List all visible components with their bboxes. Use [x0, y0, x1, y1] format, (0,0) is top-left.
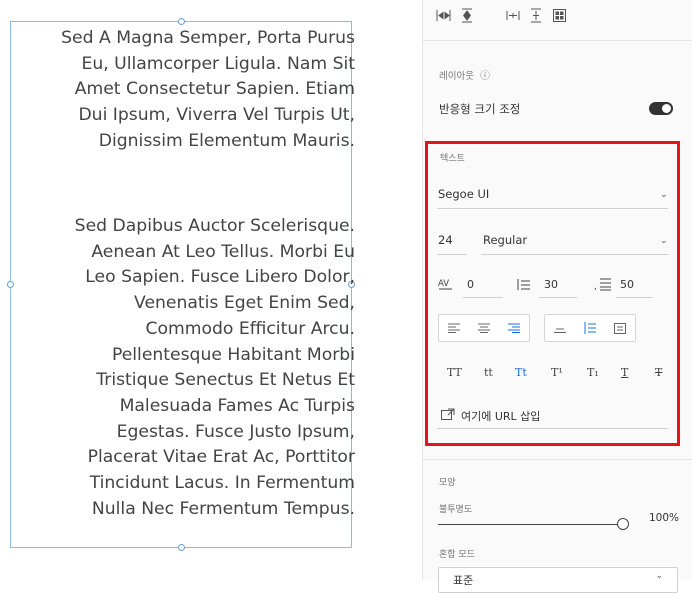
text-line: Leo Sapien. Fusce Libero Dolor,: [85, 267, 355, 288]
highlight-box: [425, 141, 680, 446]
text-paragraph-2[interactable]: Sed Dapibus Auctor Scelerisque. Aenean A…: [0, 214, 355, 522]
text-line: Tincidunt Lacus. In Fermentum: [89, 473, 355, 494]
text-line: Eu, Ullamcorper Ligula. Nam Sit: [81, 53, 355, 74]
responsive-resize-toggle[interactable]: [649, 102, 673, 115]
distribute-toolbar: [436, 8, 566, 23]
design-canvas[interactable]: Sed A Magna Semper, Porta Purus Eu, Ulla…: [0, 0, 395, 581]
text-line: Aenean At Leo Tellus. Morbi Eu: [91, 241, 355, 262]
section-title-layout: 레이아웃 ⓘ: [439, 67, 490, 82]
distribute-vertical-icon[interactable]: [462, 8, 472, 23]
text-line: Sed Dapibus Auctor Scelerisque.: [74, 216, 355, 236]
resize-handle-bottom[interactable]: [178, 544, 185, 551]
text-line: Malesuada Fames Ac Turpis: [119, 395, 355, 416]
blend-mode-label: 혼합 모드: [439, 550, 475, 560]
text-line: Sed A Magna Semper, Porta Purus: [61, 28, 355, 48]
text-line: Nulla Nec Fermentum Tempus.: [91, 498, 355, 519]
divider: [423, 40, 692, 41]
text-line: Egestas. Fusce Justo Ipsum,: [116, 421, 355, 442]
text-line: Placerat Vitae Erat Ac, Porttitor: [87, 447, 355, 468]
info-icon[interactable]: ⓘ: [480, 71, 490, 82]
opacity-value[interactable]: 100%: [649, 512, 679, 524]
text-frame[interactable]: Sed A Magna Semper, Porta Purus Eu, Ulla…: [7, 18, 355, 551]
text-line: Pellentesque Habitant Morbi: [111, 344, 355, 365]
distribute-grid-icon[interactable]: [553, 9, 566, 22]
text-line: Commodo Efficitur Arcu.: [145, 318, 355, 339]
resize-handle-top[interactable]: [178, 18, 185, 25]
text-line: Amet Consectetur Sapien. Etiam: [74, 79, 355, 100]
opacity-slider-thumb[interactable]: [617, 518, 629, 530]
text-paragraph-1[interactable]: Sed A Magna Semper, Porta Purus Eu, Ulla…: [0, 26, 355, 155]
blend-mode-value: 표준: [453, 574, 474, 587]
distribute-horizontal-icon[interactable]: [436, 10, 451, 21]
opacity-label: 불투명도: [439, 505, 473, 515]
text-line: Dui Ipsum, Viverra Vel Turpis Ut,: [78, 105, 355, 126]
space-vertical-icon[interactable]: [531, 8, 541, 23]
layout-title-text: 레이아웃: [439, 71, 474, 82]
divider: [423, 459, 692, 460]
section-title-appearance: 모양: [439, 478, 456, 488]
text-line: Dignissim Elementum Mauris.: [98, 130, 355, 151]
chevron-down-icon: ⌄: [655, 571, 663, 581]
opacity-slider-track[interactable]: [438, 524, 620, 525]
responsive-resize-label: 반응형 크기 조정: [439, 102, 521, 116]
space-horizontal-icon[interactable]: [506, 11, 520, 20]
blend-mode-dropdown[interactable]: 표준 ⌄: [438, 567, 678, 593]
text-line: Tristique Senectus Et Netus Et: [96, 370, 355, 391]
text-line: Venenatis Eget Enim Sed,: [134, 293, 355, 314]
